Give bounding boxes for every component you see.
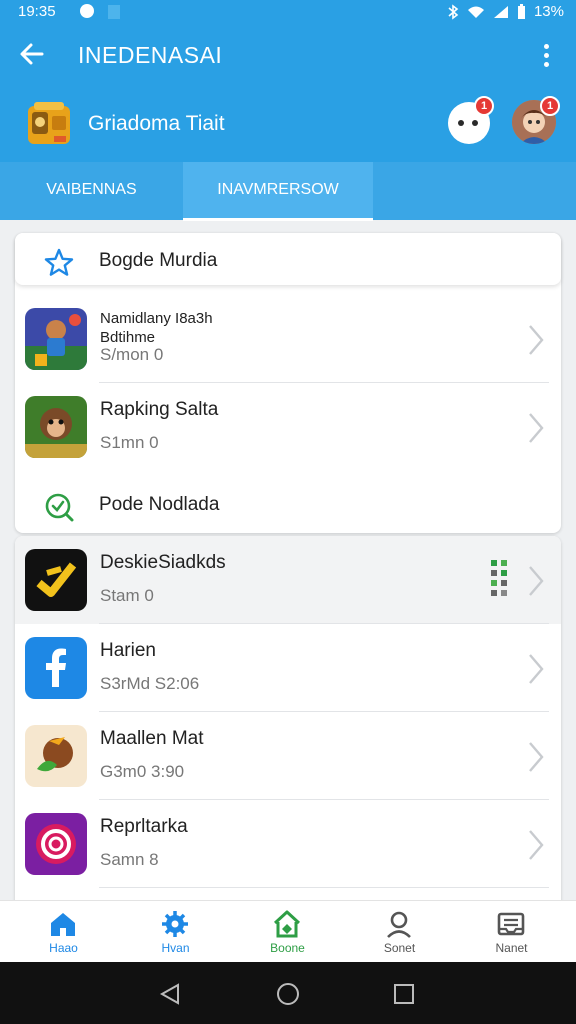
home-circle-icon[interactable] xyxy=(276,982,300,1006)
list-item[interactable]: DeskieSiadkds Stam 0 xyxy=(15,536,561,624)
nav-store[interactable]: Boone xyxy=(230,901,345,963)
back-arrow-icon[interactable] xyxy=(18,40,46,68)
brand-logo xyxy=(28,102,70,144)
nav-label: Boone xyxy=(270,941,305,955)
notification-icon xyxy=(80,4,94,18)
nav-label: Nanet xyxy=(495,941,528,955)
status-time: 19:35 xyxy=(18,3,56,20)
section-header-bogde[interactable]: Bogde Murdia xyxy=(15,233,561,285)
brand-name: Griadoma Tiait xyxy=(88,112,225,135)
battery-level: 13% xyxy=(533,3,564,20)
chat-badge: 1 xyxy=(474,96,494,116)
nav-label: Hvan xyxy=(161,941,190,955)
nav-profile[interactable]: Sonet xyxy=(342,901,457,963)
tab-inavmrersow[interactable]: INAVMRERSOW xyxy=(183,162,373,218)
page-title: INEDENASAI xyxy=(78,42,223,68)
tab-vaibennas[interactable]: VAIBENNAS xyxy=(0,162,183,218)
list-item[interactable]: Reprltarka Samn 8 xyxy=(15,800,561,888)
app-name: Rapking Salta xyxy=(100,399,219,420)
divider xyxy=(99,887,549,888)
inbox-icon xyxy=(497,912,525,936)
section-title: Pode Nodlada xyxy=(99,494,220,515)
nav-label: Haao xyxy=(49,941,78,955)
app-subtitle: S3rMd S2:06 xyxy=(100,674,200,693)
chevron-right-icon xyxy=(529,654,544,684)
app-list-card: DeskieSiadkds Stam 0 Harien S3rMd S2:06 … xyxy=(15,536,561,914)
app-name: Harien xyxy=(100,640,156,661)
battery-icon xyxy=(517,3,525,19)
recents-square-icon[interactable] xyxy=(392,982,416,1006)
gear-icon xyxy=(162,911,188,937)
spiral-app-icon xyxy=(25,813,87,875)
chevron-right-icon xyxy=(529,566,544,596)
wifi-icon xyxy=(467,6,484,18)
list-item[interactable]: Maallen Mat G3m0 3:90 xyxy=(15,712,561,800)
app-name: Reprltarka xyxy=(100,816,188,837)
active-tab-indicator xyxy=(183,218,373,221)
app-name: DeskieSiadkds xyxy=(100,552,226,573)
signal-icon xyxy=(493,5,508,18)
status-bar: 19:35 13% xyxy=(0,0,576,24)
chevron-right-icon xyxy=(529,413,544,443)
app-name: Namidlany I8a3h Bdtihme xyxy=(100,310,213,346)
yellow-check-app-icon xyxy=(25,549,87,611)
game-character-icon xyxy=(25,308,87,370)
home-icon xyxy=(51,913,75,936)
star-icon xyxy=(44,248,74,276)
app-name: Maallen Mat xyxy=(100,728,204,749)
search-check-icon xyxy=(45,493,74,522)
game-monkey-icon xyxy=(25,396,87,458)
facebook-icon xyxy=(25,637,87,699)
section-title: Bogde Murdia xyxy=(99,250,218,271)
section-header-pode[interactable]: Pode Nodlada xyxy=(15,477,561,529)
nav-settings[interactable]: Hvan xyxy=(118,901,233,963)
store-icon xyxy=(273,910,301,938)
list-item[interactable]: Rapking Salta S1mn 0 xyxy=(15,383,561,471)
back-triangle-icon[interactable] xyxy=(158,982,182,1006)
chevron-right-icon xyxy=(529,742,544,772)
chevron-right-icon xyxy=(529,830,544,860)
chevron-right-icon xyxy=(529,325,544,355)
section-card-bogde: Bogde Murdia Namidlany I8a3h Bdtihme S/m… xyxy=(15,233,561,533)
grid-icon xyxy=(491,560,507,596)
nav-label: Sonet xyxy=(383,941,416,955)
app-subtitle: G3m0 3:90 xyxy=(100,762,185,781)
app-bar: INEDENASAI Griadoma Tiait 1 1 VAIBENNAS … xyxy=(0,24,576,221)
list-item[interactable]: Namidlany I8a3h Bdtihme S/mon 0 xyxy=(15,295,561,383)
notification-icon xyxy=(108,5,120,19)
app-subtitle: Samn 8 xyxy=(100,850,159,869)
bottom-navigation: Haao Hvan Boone Sonet Nanet xyxy=(0,900,576,963)
coconut-app-icon xyxy=(25,725,87,787)
chat-button[interactable]: 1 xyxy=(448,96,494,144)
more-options-icon[interactable] xyxy=(536,42,556,70)
nav-inbox[interactable]: Nanet xyxy=(454,901,569,963)
list-item[interactable]: Harien S3rMd S2:06 xyxy=(15,624,561,712)
nav-home[interactable]: Haao xyxy=(6,901,121,963)
app-subtitle: S/mon 0 xyxy=(100,345,164,364)
bluetooth-icon xyxy=(448,3,459,20)
app-subtitle: S1mn 0 xyxy=(100,433,159,452)
profile-badge: 1 xyxy=(540,96,560,116)
app-subtitle: Stam 0 xyxy=(100,586,154,605)
tab-bar: VAIBENNAS INAVMRERSOW xyxy=(0,162,576,221)
person-icon xyxy=(387,911,411,938)
system-navigation-bar xyxy=(0,962,576,1024)
